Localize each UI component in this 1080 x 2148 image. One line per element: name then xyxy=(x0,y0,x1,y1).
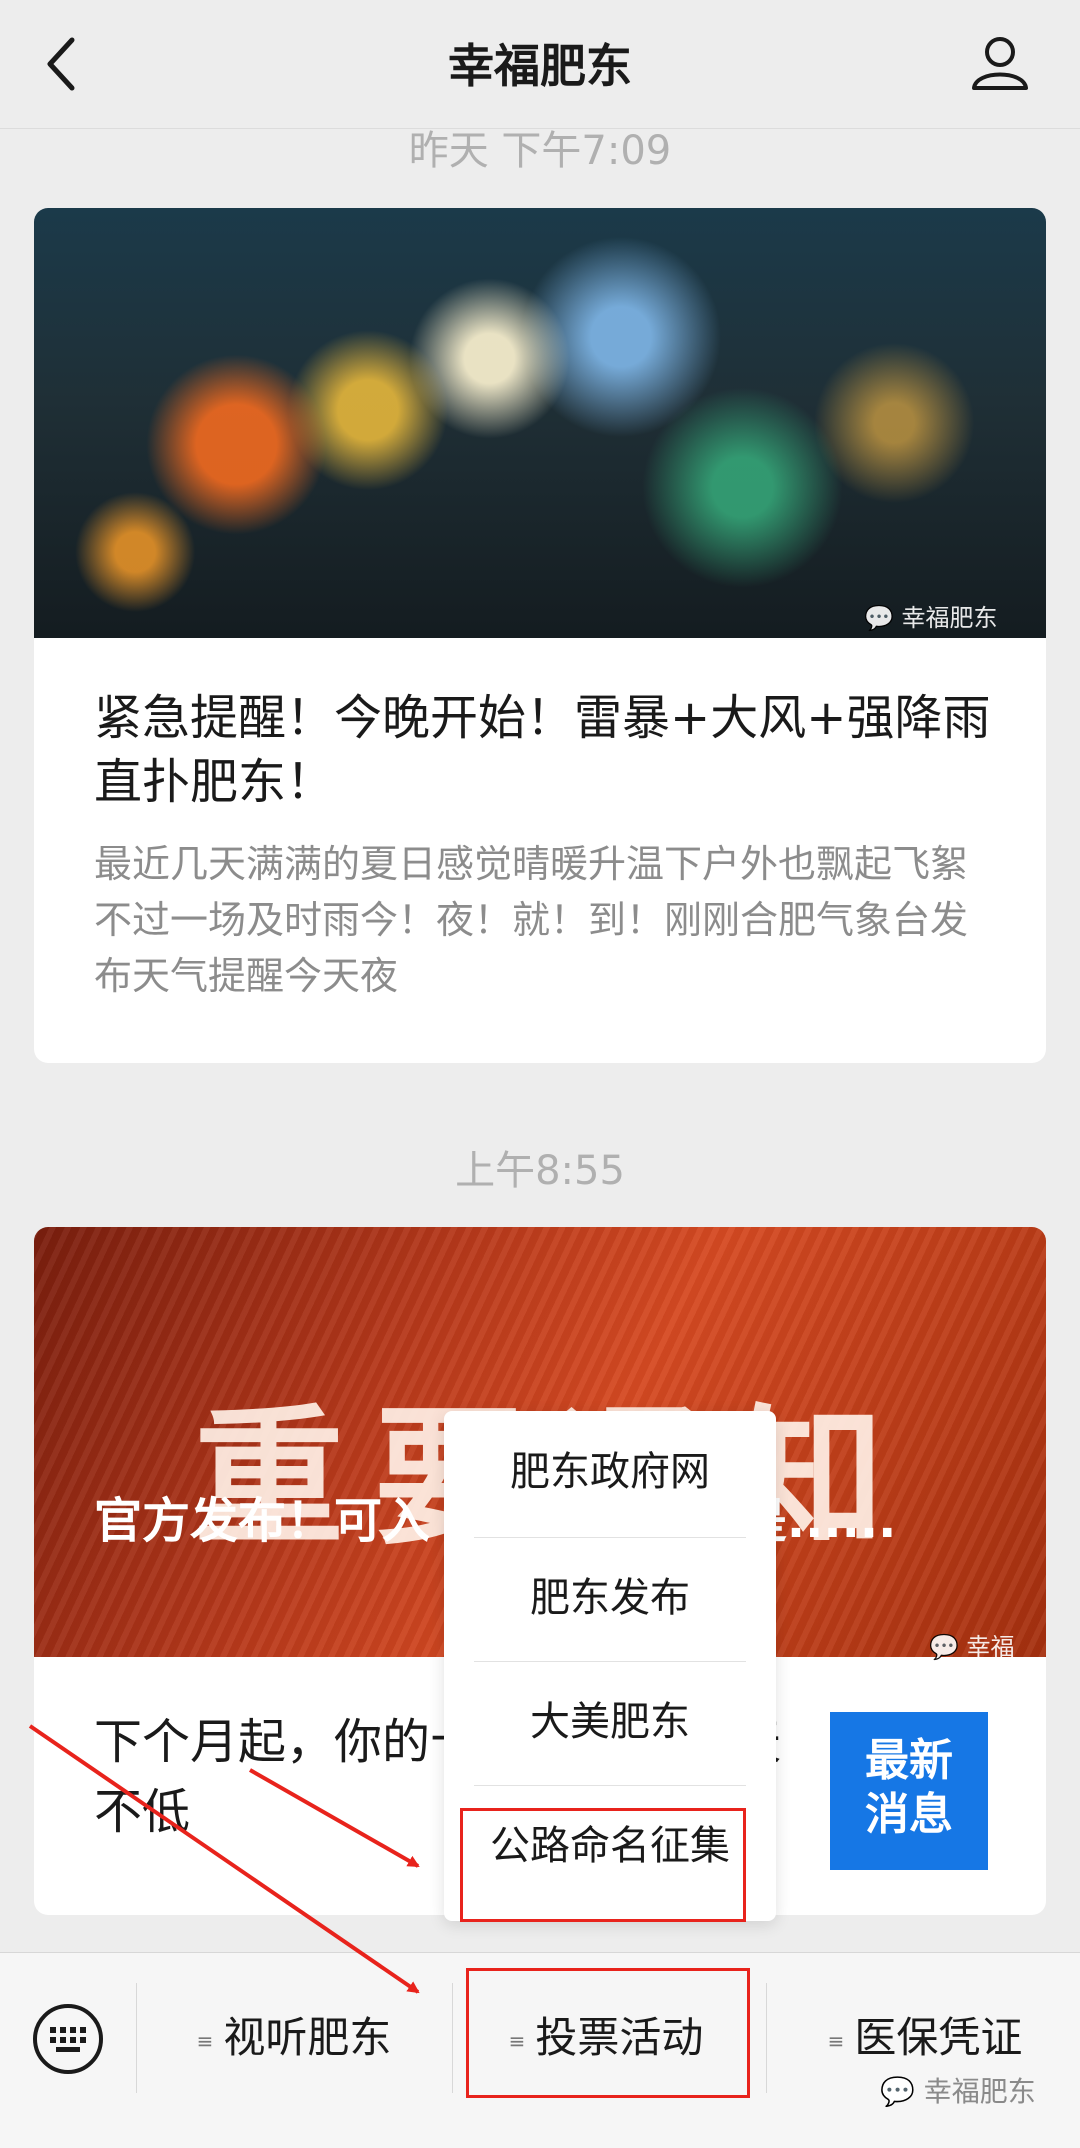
top-navigation-bar: 幸福肥东 xyxy=(0,0,1080,129)
article-title: 紧急提醒！今晚开始！雷暴+大风+强降雨直扑肥东！ xyxy=(94,690,991,810)
submenu-item-feidong-release[interactable]: 肥东发布 xyxy=(474,1537,746,1659)
wechat-icon: 💬 xyxy=(864,604,894,632)
message-timestamp: 上午8:55 xyxy=(455,1148,625,1194)
menu-lines-icon: ≡ xyxy=(196,2028,214,2053)
submenu-item-feidong-gov[interactable]: 肥东政府网 xyxy=(474,1411,746,1533)
highlight-box-road-naming xyxy=(460,1808,746,1922)
menu-button-audiovisual[interactable]: ≡ 视听肥东 xyxy=(138,1995,450,2081)
divider xyxy=(766,1983,767,2093)
keyboard-icon[interactable] xyxy=(32,2003,104,2075)
article-digest: 最近几天满满的夏日感觉晴暖升温下户外也飘起飞絮不过一场及时雨今！夜！就！到！刚刚… xyxy=(94,842,969,998)
submenu-item-damei-feidong[interactable]: 大美肥东 xyxy=(474,1661,746,1783)
message-timestamp: 昨天 下午7:09 xyxy=(408,128,672,174)
sub-article-thumbnail: 最新 消息 xyxy=(830,1712,988,1870)
user-profile-icon[interactable] xyxy=(968,30,1032,94)
divider xyxy=(452,1983,453,2093)
highlight-box-voting xyxy=(466,1968,750,2098)
article-card[interactable]: 💬 幸福肥东 紧急提醒！今晚开始！雷暴+大风+强降雨直扑肥东！ 最近几天满满的夏… xyxy=(34,208,1046,1063)
menu-button-medical-insurance[interactable]: ≡ 医保凭证 xyxy=(770,1995,1080,2081)
divider xyxy=(136,1983,137,2093)
wechat-icon: 💬 xyxy=(880,2075,915,2108)
image-watermark: 💬 幸福 xyxy=(929,1633,1015,1661)
menu-lines-icon: ≡ xyxy=(827,2028,845,2053)
page-title: 幸福肥东 xyxy=(448,39,632,93)
image-watermark: 💬 幸福肥东 xyxy=(864,604,998,632)
article-cover-image xyxy=(34,208,1046,638)
corner-watermark: 💬 幸福肥东 xyxy=(880,2075,1036,2108)
wechat-icon: 💬 xyxy=(929,1633,959,1661)
